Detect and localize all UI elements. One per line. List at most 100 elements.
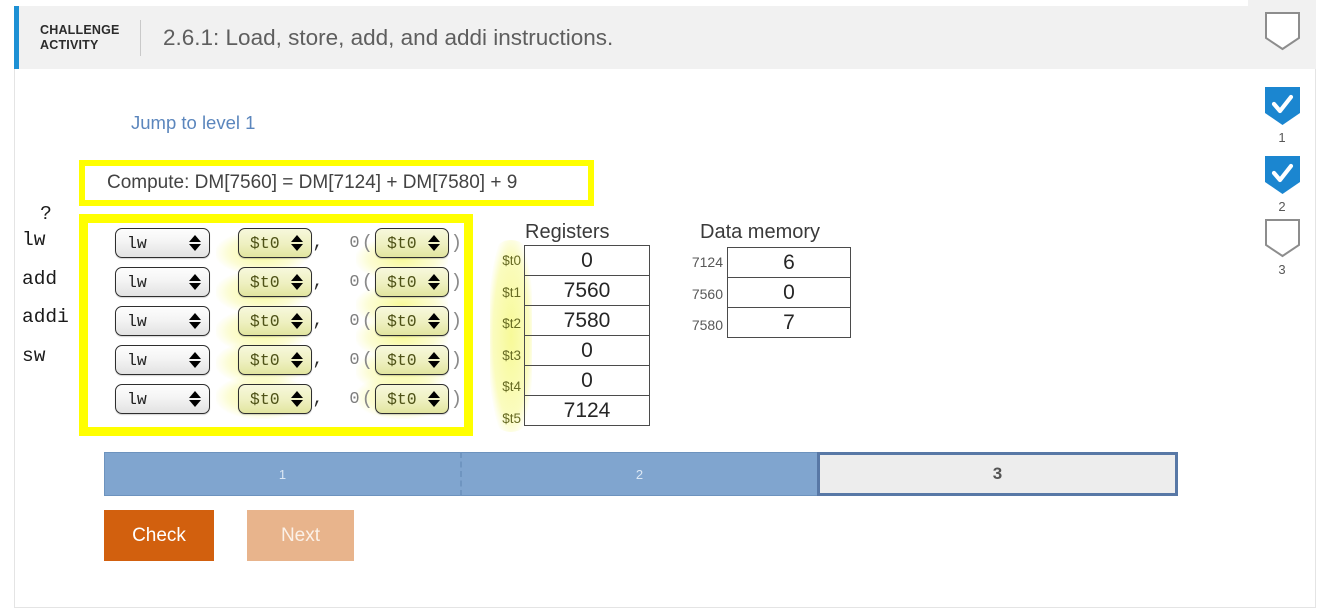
shield-empty-icon bbox=[1264, 218, 1301, 258]
rs-value-0: $t0 bbox=[386, 233, 417, 253]
rd-select-0[interactable]: $t0 bbox=[237, 228, 312, 258]
rs-select-3[interactable]: $t0 bbox=[374, 345, 449, 375]
paren-open: ( bbox=[361, 310, 373, 332]
opcode-select-0[interactable]: lw bbox=[115, 228, 210, 258]
spinner-icon[interactable] bbox=[426, 274, 448, 290]
jump-to-level-link[interactable]: Jump to level 1 bbox=[131, 112, 255, 134]
opcode-select-1[interactable]: lw bbox=[115, 267, 210, 297]
rs-select-1[interactable]: $t0 bbox=[374, 267, 449, 297]
opcode-value-2: lw bbox=[127, 311, 147, 331]
rd-value-3: $t0 bbox=[249, 350, 280, 370]
rail-badge-2-number: 2 bbox=[1278, 199, 1286, 214]
challenge-activity-page: CHALLENGE ACTIVITY 2.6.1: Load, store, a… bbox=[0, 0, 1330, 614]
data-memory-address-column: 7124 7560 7580 bbox=[676, 247, 723, 342]
spinner-icon[interactable] bbox=[187, 313, 209, 329]
registers-title: Registers bbox=[525, 221, 610, 243]
instruction-row: lw $t0 , 0 ( $t0 ) bbox=[88, 383, 464, 415]
opcode-select-4[interactable]: lw bbox=[115, 384, 210, 414]
rd-value-2: $t0 bbox=[249, 311, 280, 331]
paren-open: ( bbox=[361, 271, 373, 293]
rail-badge-header bbox=[1248, 11, 1316, 51]
comma-separator: , bbox=[312, 233, 324, 253]
compute-prompt-text: Compute: DM[7560] = DM[7124] + DM[7580] … bbox=[85, 166, 588, 200]
data-memory-value-2: 7 bbox=[783, 310, 795, 334]
rd-select-2[interactable]: $t0 bbox=[237, 306, 312, 336]
rs-select-0[interactable]: $t0 bbox=[374, 228, 449, 258]
rs-select-2[interactable]: $t0 bbox=[374, 306, 449, 336]
rail-badge-2[interactable]: 2 bbox=[1248, 155, 1316, 214]
mnemonic-unknown: ? bbox=[40, 203, 52, 225]
spinner-icon[interactable] bbox=[426, 235, 448, 251]
paren-close: ) bbox=[450, 388, 462, 410]
register-value-2: 7580 bbox=[524, 305, 650, 336]
table-row: 7560 bbox=[524, 275, 650, 306]
opcode-value-4: lw bbox=[127, 389, 147, 409]
rs-select-4[interactable]: $t0 bbox=[374, 384, 449, 414]
rail-badge-1[interactable]: 1 bbox=[1248, 86, 1316, 145]
spinner-icon[interactable] bbox=[426, 313, 448, 329]
table-row: 0 bbox=[727, 277, 851, 308]
comma-separator: , bbox=[312, 389, 324, 409]
header-kicker-line2: ACTIVITY bbox=[40, 37, 99, 52]
offset-value-0: 0 bbox=[349, 233, 360, 253]
spinner-icon[interactable] bbox=[187, 352, 209, 368]
rd-select-3[interactable]: $t0 bbox=[237, 345, 312, 375]
spinner-icon[interactable] bbox=[426, 352, 448, 368]
register-value-1: 7560 bbox=[524, 275, 650, 306]
shield-check-icon bbox=[1264, 87, 1300, 125]
progress-rail: 1 2 3 bbox=[1248, 0, 1316, 290]
comma-separator: , bbox=[312, 311, 324, 331]
spinner-icon[interactable] bbox=[187, 235, 209, 251]
activity-header: CHALLENGE ACTIVITY 2.6.1: Load, store, a… bbox=[14, 6, 1316, 69]
progress-segment-1[interactable]: 1 bbox=[104, 452, 460, 496]
data-memory-address-2: 7580 bbox=[691, 317, 723, 333]
spinner-icon[interactable] bbox=[187, 391, 209, 407]
paren-open: ( bbox=[361, 388, 373, 410]
header-kicker: CHALLENGE ACTIVITY bbox=[40, 23, 128, 53]
register-value-4: 0 bbox=[524, 365, 650, 396]
progress-segment-3[interactable]: 3 bbox=[817, 452, 1178, 496]
next-button[interactable]: Next bbox=[247, 510, 354, 561]
rd-select-1[interactable]: $t0 bbox=[237, 267, 312, 297]
rs-value-2: $t0 bbox=[386, 311, 417, 331]
register-label-3: $t3 bbox=[502, 347, 521, 363]
paren-close: ) bbox=[450, 232, 462, 254]
shield-empty-icon bbox=[1264, 11, 1301, 51]
instruction-row: lw $t0 , 0 ( $t0 ) bbox=[88, 266, 464, 298]
header-kicker-line1: CHALLENGE bbox=[40, 22, 120, 37]
spinner-icon[interactable] bbox=[187, 274, 209, 290]
opcode-value-1: lw bbox=[127, 272, 147, 292]
compute-prompt-highlight: Compute: DM[7560] = DM[7124] + DM[7580] … bbox=[79, 160, 594, 206]
opcode-value-3: lw bbox=[127, 350, 147, 370]
spinner-icon[interactable] bbox=[289, 352, 311, 368]
spinner-icon[interactable] bbox=[289, 235, 311, 251]
shield-outline-icon bbox=[1264, 12, 1300, 51]
rail-badge-3-number: 3 bbox=[1278, 262, 1286, 277]
spinner-icon[interactable] bbox=[289, 391, 311, 407]
spinner-icon[interactable] bbox=[289, 313, 311, 329]
opcode-select-3[interactable]: lw bbox=[115, 345, 210, 375]
rail-badge-1-number: 1 bbox=[1278, 130, 1286, 145]
header-accent-bar bbox=[14, 6, 19, 69]
spinner-icon[interactable] bbox=[289, 274, 311, 290]
table-row: 0 bbox=[524, 335, 650, 366]
rs-value-1: $t0 bbox=[386, 272, 417, 292]
shield-check-icon bbox=[1264, 156, 1300, 194]
instruction-editor-highlight: lw $t0 , 0 ( $t0 ) lw $t0 , 0 ($t0) lw… bbox=[79, 214, 473, 436]
table-row: 7124 bbox=[525, 396, 650, 426]
data-memory-table: 6 0 7 bbox=[727, 247, 851, 338]
data-memory-value-0: 6 bbox=[727, 247, 851, 278]
opcode-select-2[interactable]: lw bbox=[115, 306, 210, 336]
data-memory-address-0: 7124 bbox=[691, 254, 723, 270]
instruction-row: lw $t0 , 0 ( $t0 ) bbox=[88, 227, 464, 259]
shield-outline-icon bbox=[1264, 219, 1300, 258]
progress-segment-2[interactable]: 2 bbox=[460, 452, 817, 496]
rd-select-4[interactable]: $t0 bbox=[237, 384, 312, 414]
shield-checked-icon bbox=[1264, 86, 1301, 126]
check-button[interactable]: Check bbox=[104, 510, 214, 561]
register-label-0: $t0 bbox=[502, 253, 521, 268]
header-divider bbox=[140, 19, 141, 56]
spinner-icon[interactable] bbox=[426, 391, 448, 407]
rail-badge-3[interactable]: 3 bbox=[1248, 218, 1316, 277]
table-row: 0 bbox=[524, 365, 650, 396]
